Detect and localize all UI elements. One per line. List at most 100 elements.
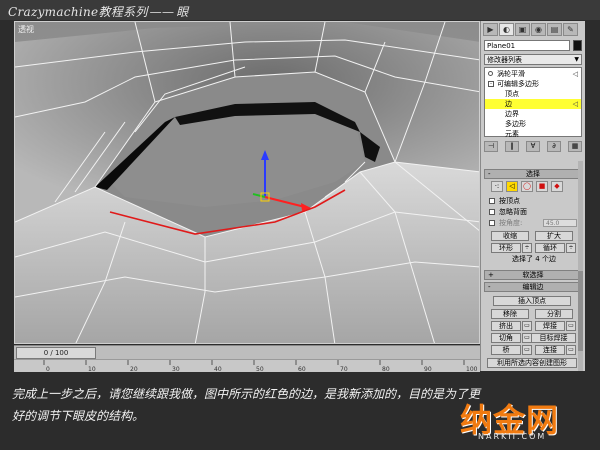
watermark: 纳金网 NARKII.COM (460, 395, 600, 450)
panel-tab-4[interactable]: ▤ (547, 23, 562, 36)
timeline-bar[interactable]: 0 / 100 (14, 345, 480, 360)
extrude-settings-icon[interactable]: ▭ (522, 321, 532, 331)
ruler-tick-label: 0 (46, 366, 50, 372)
selection-status: 选择了 4 个边 (512, 255, 556, 263)
object-color-swatch[interactable] (573, 40, 582, 51)
stack-item-label: 边 (505, 100, 512, 108)
chamfer-button[interactable]: 切角 (491, 333, 521, 343)
target-weld-button[interactable]: 目标焊接 (531, 333, 576, 343)
ruler-tick-label: 30 (172, 366, 180, 372)
panel-scrollbar[interactable] (578, 161, 583, 371)
ring-spinner-icon[interactable]: ÷ (522, 243, 532, 253)
time-slider[interactable]: 0 / 100 (16, 347, 96, 359)
stack-toolbar: ⊣ ‖ ∀ ∂ ▦ (484, 141, 582, 153)
series-name: 教程系列 (98, 5, 148, 19)
show-end-result-icon[interactable]: ‖ (505, 141, 519, 152)
split-button[interactable]: 分割 (535, 309, 573, 319)
shrink-button[interactable]: 收缩 (491, 231, 529, 241)
plus-icon: + (488, 271, 494, 279)
viewport-label: 透视 (18, 25, 34, 34)
minus-icon: - (488, 283, 491, 291)
connect-button[interactable]: 连接 (535, 345, 565, 355)
track-ruler[interactable]: 0 10 20 30 40 50 60 70 80 90 100 (14, 359, 480, 372)
checkbox-box[interactable] (489, 220, 495, 226)
angle-spinner[interactable]: 45.0 (543, 219, 577, 227)
remove-button[interactable]: 移除 (491, 309, 529, 319)
pin-stack-icon[interactable]: ⊣ (484, 141, 498, 152)
edit-edges-rollout-header[interactable]: - 编辑边 (484, 282, 582, 292)
command-panel: ▶ ◐ ▣ ◉ ▤ ✎ Plane01 修改器列表 ▼ 涡轮平滑 ◁ - 可编辑多边形 顶点边 ◁ 边… (480, 21, 585, 371)
edge-mode-icon[interactable]: ◁ (506, 181, 518, 192)
panel-tab-2[interactable]: ▣ (515, 23, 530, 36)
connect-settings-icon[interactable]: ▭ (566, 345, 576, 355)
subobject-selector: ·: ◁ ◯ ■ ◆ (491, 181, 577, 193)
ruler-tick-label: 90 (424, 366, 432, 372)
topic-name: 眼 (176, 5, 189, 19)
modifier-list-dropdown[interactable]: 修改器列表 ▼ (484, 54, 582, 65)
configure-sets-icon[interactable]: ▦ (568, 141, 582, 152)
loop-button[interactable]: 循环 (535, 243, 565, 253)
stack-item[interactable]: 元素 (485, 129, 581, 139)
soft-selection-rollout-header[interactable]: + 软选择 (484, 270, 582, 280)
selection-rollout-label: 选择 (526, 170, 540, 178)
border-mode-icon[interactable]: ◯ (521, 181, 533, 192)
subobject-marker-icon: ◁ (572, 100, 578, 108)
brand-name: Crazymachine (8, 5, 99, 19)
make-unique-icon[interactable]: ∀ (526, 141, 540, 152)
remove-modifier-icon[interactable]: ∂ (547, 141, 561, 152)
lightbulb-icon[interactable] (488, 71, 493, 76)
polygon-mode-icon[interactable]: ■ (536, 181, 548, 192)
ruler-ticks: 0 10 20 30 40 50 60 70 80 90 100 (43, 360, 478, 372)
checkbox-box[interactable] (489, 198, 495, 204)
object-name-field[interactable]: Plane01 (484, 40, 570, 51)
stack-item-label: 多边形 (505, 120, 526, 128)
title-dash: —— (149, 5, 175, 19)
element-mode-icon[interactable]: ◆ (551, 181, 563, 192)
ruler-tick-label: 50 (256, 366, 264, 372)
by-angle-checkbox[interactable]: 按角度: 45.0 (489, 219, 579, 228)
panel-tab-3[interactable]: ◉ (531, 23, 546, 36)
weld-settings-icon[interactable]: ▭ (566, 321, 576, 331)
title-bar: Crazymachine教程系列 —— 眼 (0, 0, 600, 20)
stack-item[interactable]: 多边形 (485, 119, 581, 129)
weld-button[interactable]: 焊接 (535, 321, 565, 331)
edit-edges-label: 编辑边 (522, 283, 544, 291)
stack-item[interactable]: 边 ◁ (485, 99, 581, 109)
tutorial-screen: Crazymachine教程系列 —— 眼 透视 0 / 100 0 10 20… (0, 0, 600, 450)
panel-tab-5[interactable]: ✎ (563, 23, 578, 36)
bridge-button[interactable]: 桥 (491, 345, 521, 355)
grow-button[interactable]: 扩大 (535, 231, 573, 241)
ruler-tick-label: 80 (382, 366, 390, 372)
panel-tab-1[interactable]: ◐ (499, 23, 514, 36)
extrude-button[interactable]: 挤出 (491, 321, 521, 331)
subobject-marker-icon: ◁ (572, 70, 578, 78)
vertex-mode-icon[interactable]: ·: (491, 181, 503, 192)
minus-icon: - (488, 170, 491, 178)
stack-item-label: 元素 (505, 130, 519, 138)
scrollbar-thumb[interactable] (578, 271, 583, 351)
panel-tab-0[interactable]: ▶ (483, 23, 498, 36)
checkbox-box[interactable] (489, 209, 495, 215)
insert-vertex-button[interactable]: 插入顶点 (493, 296, 571, 306)
perspective-viewport[interactable]: 透视 (14, 21, 480, 344)
stack-item[interactable]: 涡轮平滑 ◁ (485, 69, 581, 79)
mesh-wireframe (15, 22, 479, 343)
ruler-tick-label: 40 (214, 366, 222, 372)
loop-spinner-icon[interactable]: ÷ (566, 243, 576, 253)
by-vertex-checkbox[interactable]: 按顶点 (489, 197, 579, 206)
ignore-backfacing-checkbox[interactable]: 忽略背面 (489, 208, 579, 217)
by-vertex-label: 按顶点 (499, 197, 520, 205)
modifier-list-label: 修改器列表 (487, 56, 522, 64)
bridge-settings-icon[interactable]: ▭ (522, 345, 532, 355)
watermark-domain: NARKII.COM (478, 432, 547, 441)
stack-item[interactable]: 顶点 (485, 89, 581, 99)
create-shape-button[interactable]: 利用所选内容创建图形 (487, 358, 577, 368)
ruler-tick-label: 70 (340, 366, 348, 372)
collapse-icon[interactable]: - (488, 81, 494, 87)
ring-button[interactable]: 环形 (491, 243, 521, 253)
stack-item[interactable]: 边界 (485, 109, 581, 119)
modifier-stack[interactable]: 涡轮平滑 ◁ - 可编辑多边形 顶点边 ◁ 边界 多边形 元素 (484, 67, 582, 139)
stack-item[interactable]: - 可编辑多边形 (485, 79, 581, 89)
stack-item-label: 顶点 (505, 90, 519, 98)
selection-rollout-header[interactable]: - 选择 (484, 169, 582, 179)
